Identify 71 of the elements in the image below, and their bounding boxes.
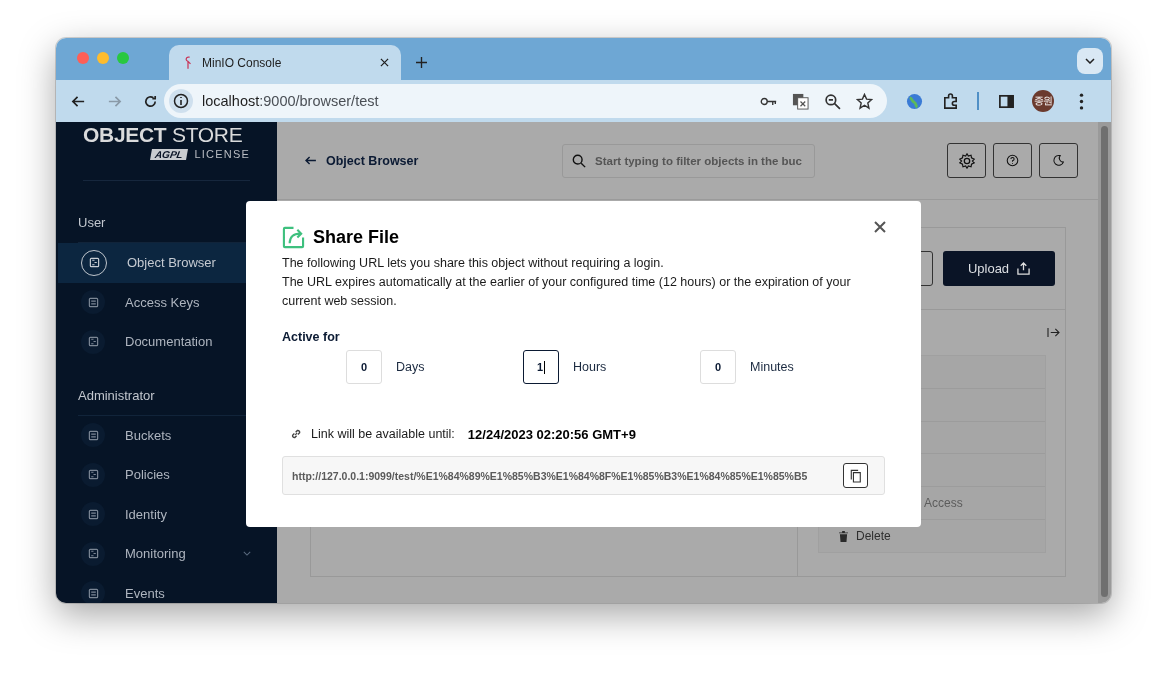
back-arrow-icon bbox=[305, 156, 316, 165]
new-tab-icon[interactable] bbox=[416, 57, 427, 68]
sidebar-item[interactable]: Monitoring bbox=[58, 534, 277, 574]
expiry-label: Link will be available until: bbox=[311, 427, 455, 441]
translate-icon[interactable] bbox=[792, 92, 809, 110]
address-bar[interactable]: localhost:9000/browser/test bbox=[164, 84, 887, 118]
license-label: LICENSE bbox=[194, 148, 250, 160]
sidebar-item[interactable]: Buckets bbox=[58, 415, 277, 455]
menu-item-icon bbox=[81, 502, 105, 527]
action-label: Delete bbox=[856, 529, 891, 544]
help-icon bbox=[1006, 154, 1019, 167]
copy-icon bbox=[849, 468, 862, 483]
share-icon bbox=[282, 225, 305, 249]
help-button[interactable] bbox=[993, 143, 1032, 178]
tab-search-button[interactable] bbox=[1077, 48, 1103, 74]
tab-title: MinIO Console bbox=[202, 55, 283, 70]
bird-icon bbox=[183, 55, 193, 70]
back-link[interactable]: Object Browser bbox=[305, 153, 562, 168]
profile-avatar[interactable]: 종원 bbox=[1032, 90, 1054, 112]
sidebar-item[interactable]: Access Keys bbox=[58, 282, 277, 322]
dialog-title: Share File bbox=[313, 226, 400, 248]
menu-item-icon bbox=[81, 290, 105, 315]
scrollbar[interactable] bbox=[1101, 126, 1108, 597]
globe-icon[interactable] bbox=[906, 92, 923, 110]
dark-mode-button[interactable] bbox=[1039, 143, 1078, 178]
menu-item-icon bbox=[81, 329, 105, 354]
browser-tab[interactable]: MinIO Console bbox=[169, 45, 401, 80]
number-field[interactable]: 0 bbox=[346, 350, 382, 384]
section-title: Administrator bbox=[77, 386, 156, 405]
zoom-icon[interactable] bbox=[824, 92, 841, 110]
number-field[interactable]: 1 bbox=[523, 350, 559, 384]
sidebar-item[interactable]: Events bbox=[58, 573, 277, 603]
upload-button[interactable]: Upload bbox=[943, 251, 1055, 286]
settings-button[interactable] bbox=[947, 143, 986, 178]
menu-item-icon bbox=[81, 541, 105, 566]
license-logo: AGPL bbox=[149, 148, 188, 160]
sidebar-item[interactable]: Documentation bbox=[58, 322, 277, 362]
menu-item-icon bbox=[81, 423, 105, 448]
sidebar-item[interactable]: Identity bbox=[58, 494, 277, 534]
number-field[interactable]: 0 bbox=[700, 350, 736, 384]
star-icon[interactable] bbox=[856, 92, 873, 110]
info-icon[interactable] bbox=[169, 89, 193, 113]
chevron-icon[interactable] bbox=[243, 551, 251, 557]
expiry-date: 12/24/2023 02:20:56 GMT+9 bbox=[467, 426, 636, 442]
dialog-text: The URL expires automatically at the earlier of your configured time (12 hours) or the expiration of your current web session. bbox=[282, 274, 852, 310]
action-label: Access bbox=[924, 496, 963, 511]
puzzle-icon[interactable] bbox=[942, 92, 959, 110]
active-for-label: Active for bbox=[282, 330, 341, 344]
upload-icon bbox=[1017, 262, 1031, 275]
search-icon bbox=[572, 153, 586, 168]
close-icon[interactable] bbox=[380, 58, 389, 67]
menu-item-icon bbox=[81, 462, 105, 487]
section-title: User bbox=[77, 214, 107, 232]
unit-label: Hours bbox=[573, 360, 607, 374]
settings-icon bbox=[957, 151, 976, 170]
action-item[interactable]: Delete bbox=[819, 520, 1045, 552]
address-text: localhost:9000/browser/test bbox=[202, 93, 379, 109]
chevron-icon bbox=[1085, 58, 1095, 64]
trash-icon bbox=[839, 530, 848, 542]
logo-text: OBJECT STORE bbox=[83, 124, 244, 146]
unit-label: Days bbox=[396, 360, 425, 374]
reload-icon[interactable] bbox=[143, 93, 158, 109]
side-panel-icon[interactable] bbox=[998, 92, 1015, 110]
close-icon[interactable] bbox=[874, 221, 886, 233]
unit-label: Minutes bbox=[750, 360, 794, 374]
dialog-text: The following URL lets you share this object without requiring a login. bbox=[282, 255, 665, 272]
share-url-field[interactable]: http://127.0.0.1:9099/test/%E1%84%89%E1%85%B3%E1%84%8F%E1%85%B3%E1%84%85%E1%85%B5 bbox=[282, 456, 885, 495]
collapse-icon[interactable] bbox=[1047, 327, 1060, 338]
sidebar-item[interactable]: Policies bbox=[58, 455, 277, 495]
copy-button[interactable] bbox=[843, 463, 868, 488]
moon-icon bbox=[1052, 154, 1065, 167]
